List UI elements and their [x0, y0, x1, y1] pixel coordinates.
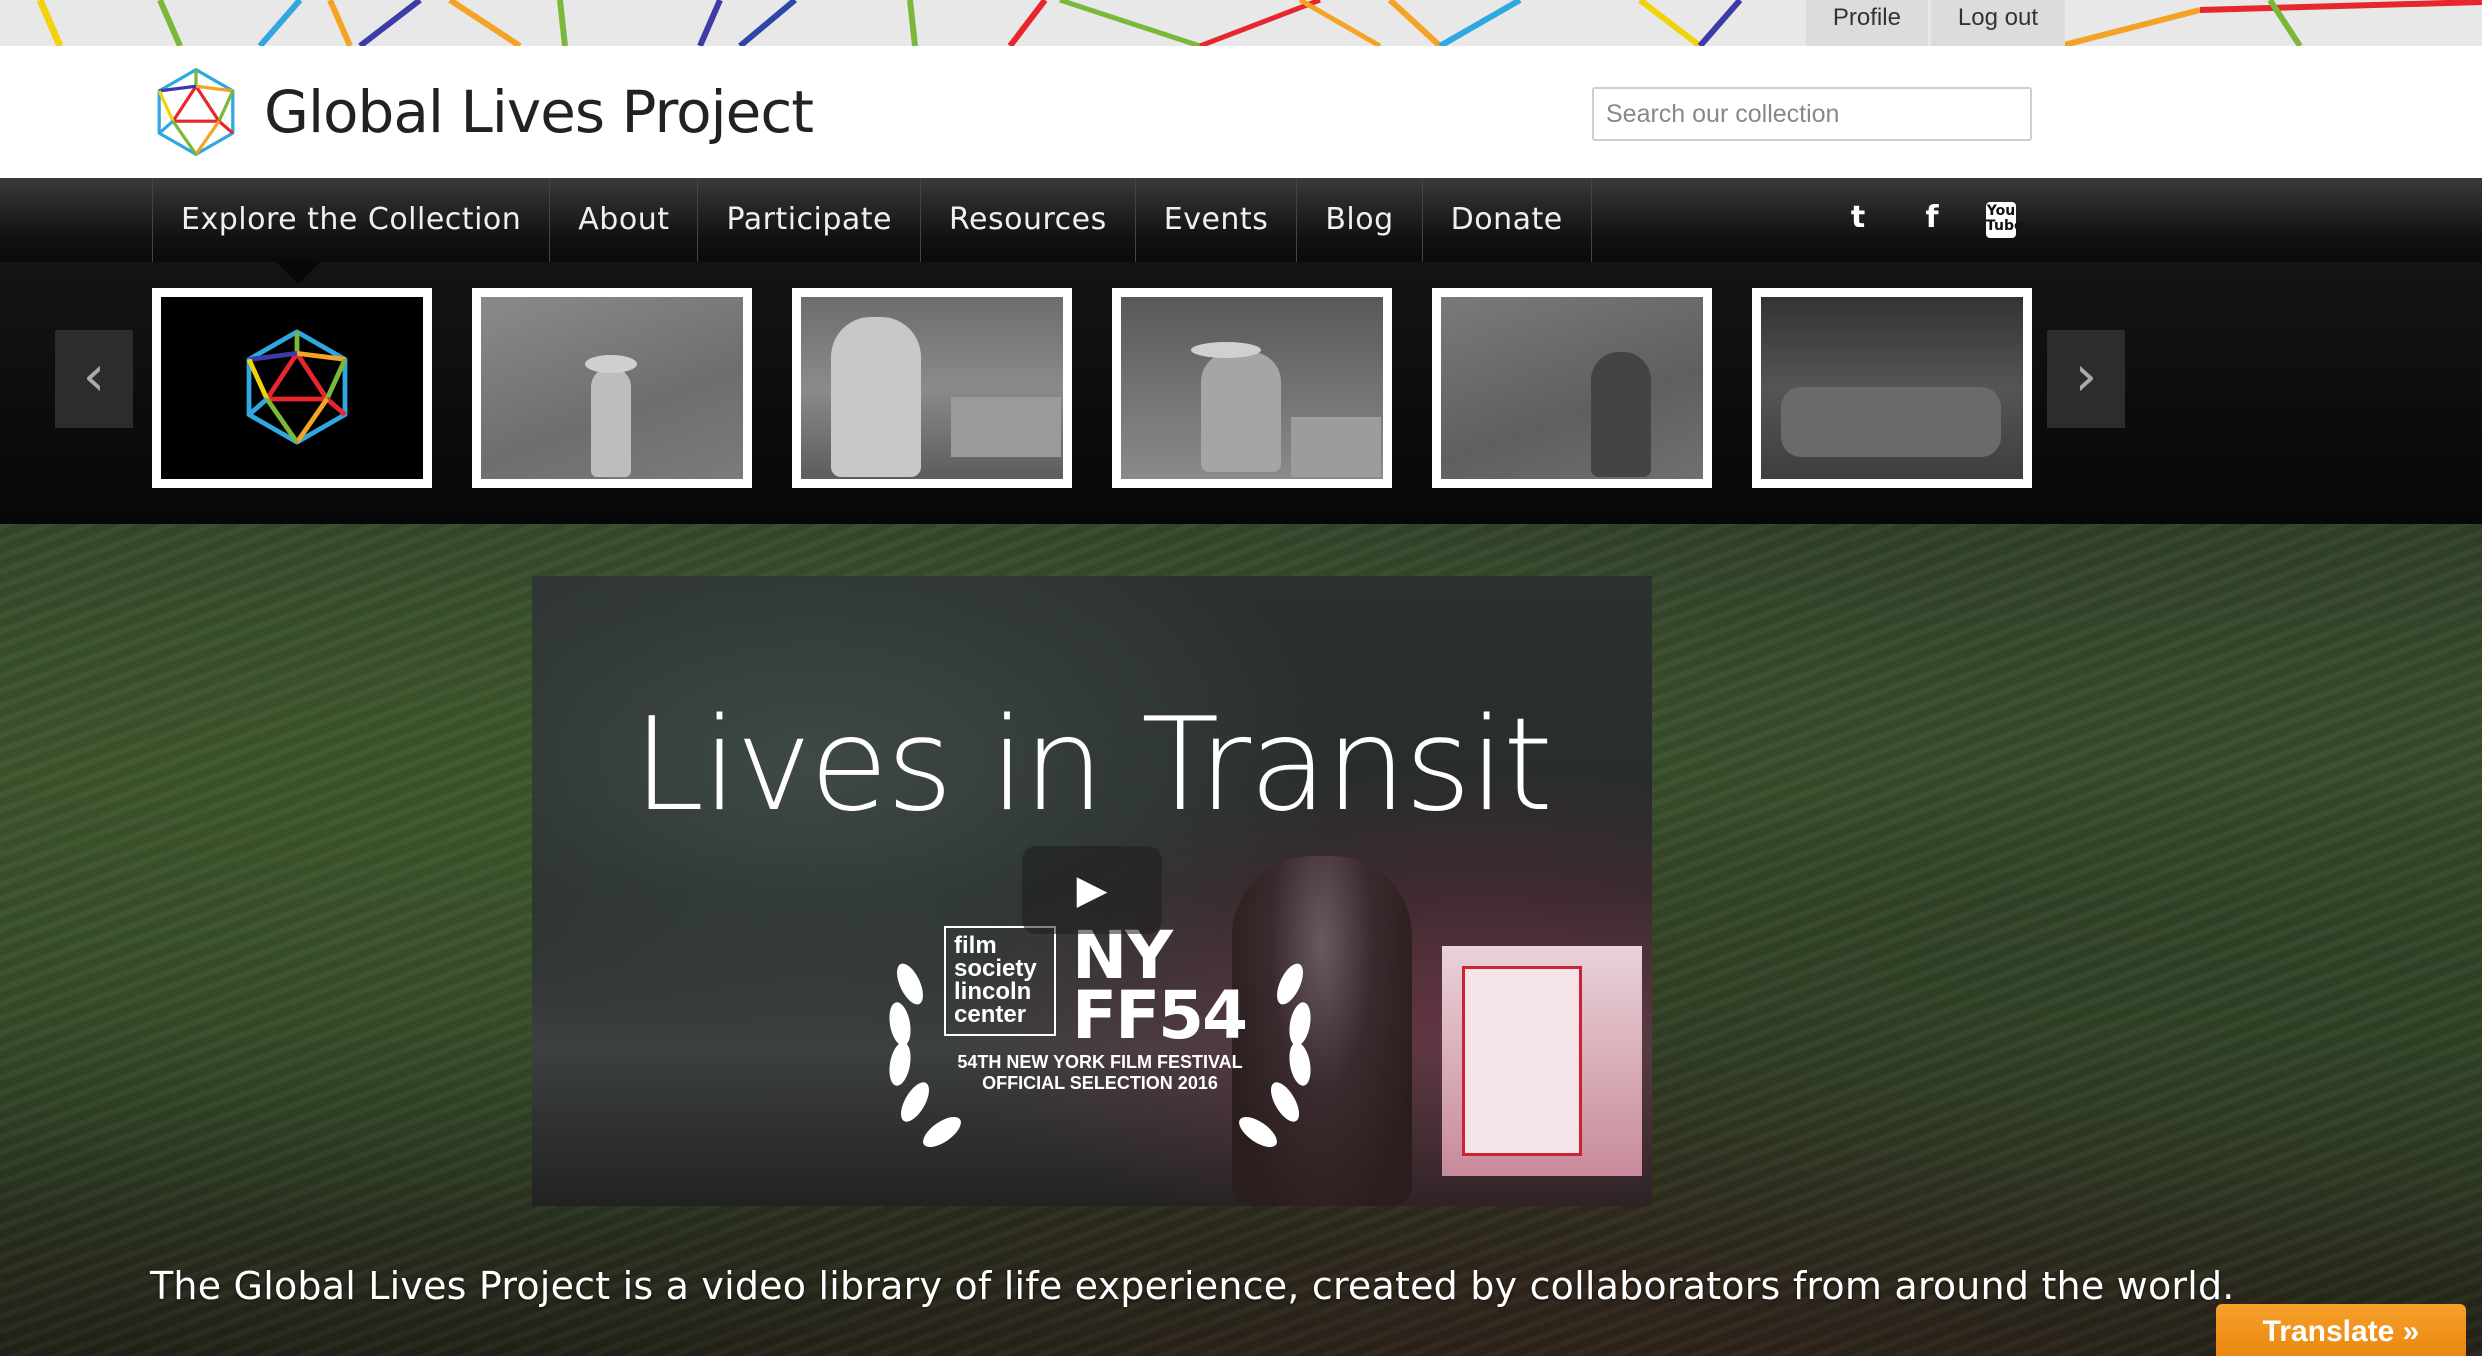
logout-link[interactable]: Log out [1930, 0, 2065, 46]
carousel-thumb-girl-in-grass[interactable] [1432, 288, 1712, 488]
main-nav: Explore the Collection About Participate… [152, 178, 1592, 262]
carousel-thumb-seated-woman[interactable] [792, 288, 1072, 488]
main-navbar: Explore the Collection About Participate… [0, 178, 2482, 262]
thumb-image [1761, 297, 2023, 479]
video-delivery-box [1442, 946, 1642, 1176]
nav-item-explore-the-collection[interactable]: Explore the Collection [152, 178, 549, 262]
nav-item-about[interactable]: About [549, 178, 697, 262]
site-header: Global Lives Project [0, 46, 2482, 178]
film-society-badge: film society lincoln center [944, 926, 1056, 1036]
nav-item-participate[interactable]: Participate [697, 178, 920, 262]
carousel-next-button[interactable]: › [2047, 330, 2125, 428]
nyff-mark: NY FF54 [1072, 917, 1248, 1054]
colorful-lines-decoration [36, 0, 2482, 46]
youtube-icon[interactable]: You Tube [1986, 202, 2024, 238]
social-links: t f You Tube [1838, 200, 2024, 238]
festival-selection-text: 54TH NEW YORK FILM FESTIVAL OFFICIAL SEL… [957, 1052, 1243, 1093]
facebook-icon[interactable]: f [1912, 200, 1952, 238]
nav-item-events[interactable]: Events [1134, 178, 1297, 262]
carousel-thumb-woman-in-field[interactable] [472, 288, 752, 488]
twitter-icon[interactable]: t [1838, 200, 1878, 238]
thumb-image [1441, 297, 1703, 479]
site-logo[interactable]: Global Lives Project [150, 66, 814, 158]
featured-video-player[interactable]: Lives in Transit film society lincoln ce… [532, 576, 1652, 1206]
top-decorative-strip: Profile Log out [0, 0, 2482, 46]
thumb-image [481, 297, 743, 479]
film-society-text: film society lincoln center [954, 932, 1037, 1028]
nav-item-donate[interactable]: Donate [1421, 178, 1592, 262]
play-button[interactable]: ▶ [1022, 846, 1162, 934]
icosahedron-logo-icon [246, 329, 348, 445]
icosahedron-logo-icon [157, 68, 235, 156]
translate-button[interactable]: Translate » [2216, 1304, 2466, 1356]
search-input[interactable] [1592, 87, 2032, 141]
profile-link[interactable]: Profile [1805, 0, 1928, 46]
carousel-prev-button[interactable]: ‹ [55, 330, 133, 428]
nav-item-blog[interactable]: Blog [1296, 178, 1421, 262]
nav-item-resources[interactable]: Resources [920, 178, 1135, 262]
delivery-sign [1462, 966, 1582, 1156]
site-name: Global Lives Project [264, 78, 814, 146]
carousel-thumb-man-in-hat[interactable] [1112, 288, 1392, 488]
video-title: Lives in Transit [632, 691, 1553, 840]
hero-section: Lives in Transit film society lincoln ce… [0, 524, 2482, 1356]
carousel-thumb-night-market[interactable] [1752, 288, 2032, 488]
carousel-selected-pointer [276, 262, 320, 284]
thumb-image [1121, 297, 1383, 479]
site-tagline: The Global Lives Project is a video libr… [150, 1264, 2235, 1308]
carousel-thumb-logo[interactable] [152, 288, 432, 488]
user-links: Profile Log out [1803, 0, 2065, 46]
page: Profile Log out Global Lives Project Sea… [0, 0, 2482, 1356]
thumb-image [801, 297, 1063, 479]
thumb-image [161, 297, 423, 479]
video-carousel: ‹ › [0, 262, 2482, 524]
